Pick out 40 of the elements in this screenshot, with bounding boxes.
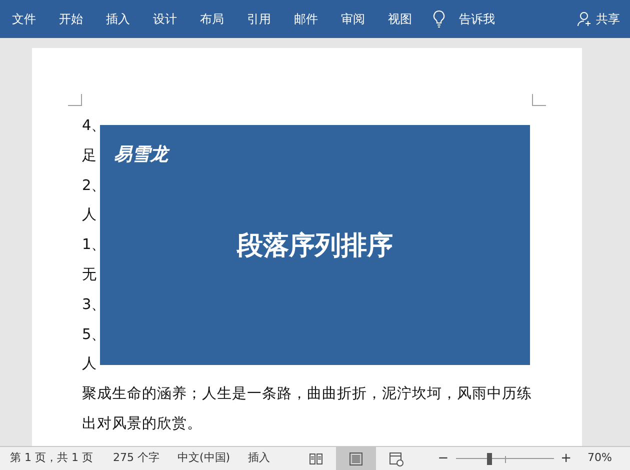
text-line: 3、 — [82, 296, 106, 313]
text-line: 4、 — [82, 118, 106, 134]
book-icon[interactable] — [308, 450, 324, 466]
lightbulb-icon[interactable] — [433, 10, 445, 28]
language-status[interactable]: 中文(中国) — [177, 450, 230, 467]
zoom-out-button[interactable]: − — [434, 448, 453, 468]
banner-title: 段落序列排序 — [237, 231, 393, 261]
corner-mark — [532, 94, 546, 106]
slider-thumb[interactable] — [486, 452, 492, 464]
ribbon-tab[interactable]: 引用 — [247, 8, 271, 30]
text-line: 5、 — [82, 326, 106, 343]
print-layout-button[interactable] — [336, 447, 376, 470]
text-line: 人 — [82, 356, 97, 372]
ribbon-tab[interactable]: 设计 — [153, 8, 177, 30]
ribbon-tab[interactable]: 插入 — [106, 8, 130, 30]
page-count[interactable]: 第 1 页，共 1 页 — [10, 450, 93, 467]
insert-mode[interactable]: 插入 — [248, 450, 270, 467]
word-count[interactable]: 275 个字 — [112, 450, 160, 467]
page-icon[interactable] — [348, 450, 364, 466]
ribbon-tab[interactable]: 邮件 — [294, 8, 318, 30]
ribbon-tab[interactable]: 视图 — [388, 8, 412, 30]
ribbon-tab[interactable]: 布局 — [200, 8, 224, 30]
text-line: 无 — [82, 266, 97, 283]
web-page-icon[interactable] — [388, 450, 404, 466]
text-line: 足 — [82, 148, 97, 164]
logo-text: 易雪龙 — [114, 143, 168, 167]
zoom-percent[interactable]: 70% — [588, 450, 612, 467]
zoom-in-button[interactable]: + — [556, 448, 576, 468]
share-button[interactable]: 共享 — [577, 8, 620, 30]
ribbon-tab[interactable]: 文件 — [12, 8, 36, 30]
add-person-icon[interactable] — [577, 11, 593, 27]
text-line: 2、 — [82, 178, 106, 194]
text-line: 聚成生命的涵养；人生是一条路，曲曲折折，泥泞坎坷，风雨中历练 — [82, 386, 532, 402]
ribbon-tab[interactable]: 开始 — [59, 8, 83, 30]
text-line: 人 — [82, 207, 97, 224]
ribbon-tab[interactable]: 审阅 — [341, 8, 365, 30]
text-line: 1、 — [82, 237, 106, 254]
text-line: 出对风景的欣赏。 — [82, 416, 202, 432]
corner-mark — [68, 94, 82, 106]
tell-me-button[interactable]: 告诉我 — [459, 8, 495, 30]
